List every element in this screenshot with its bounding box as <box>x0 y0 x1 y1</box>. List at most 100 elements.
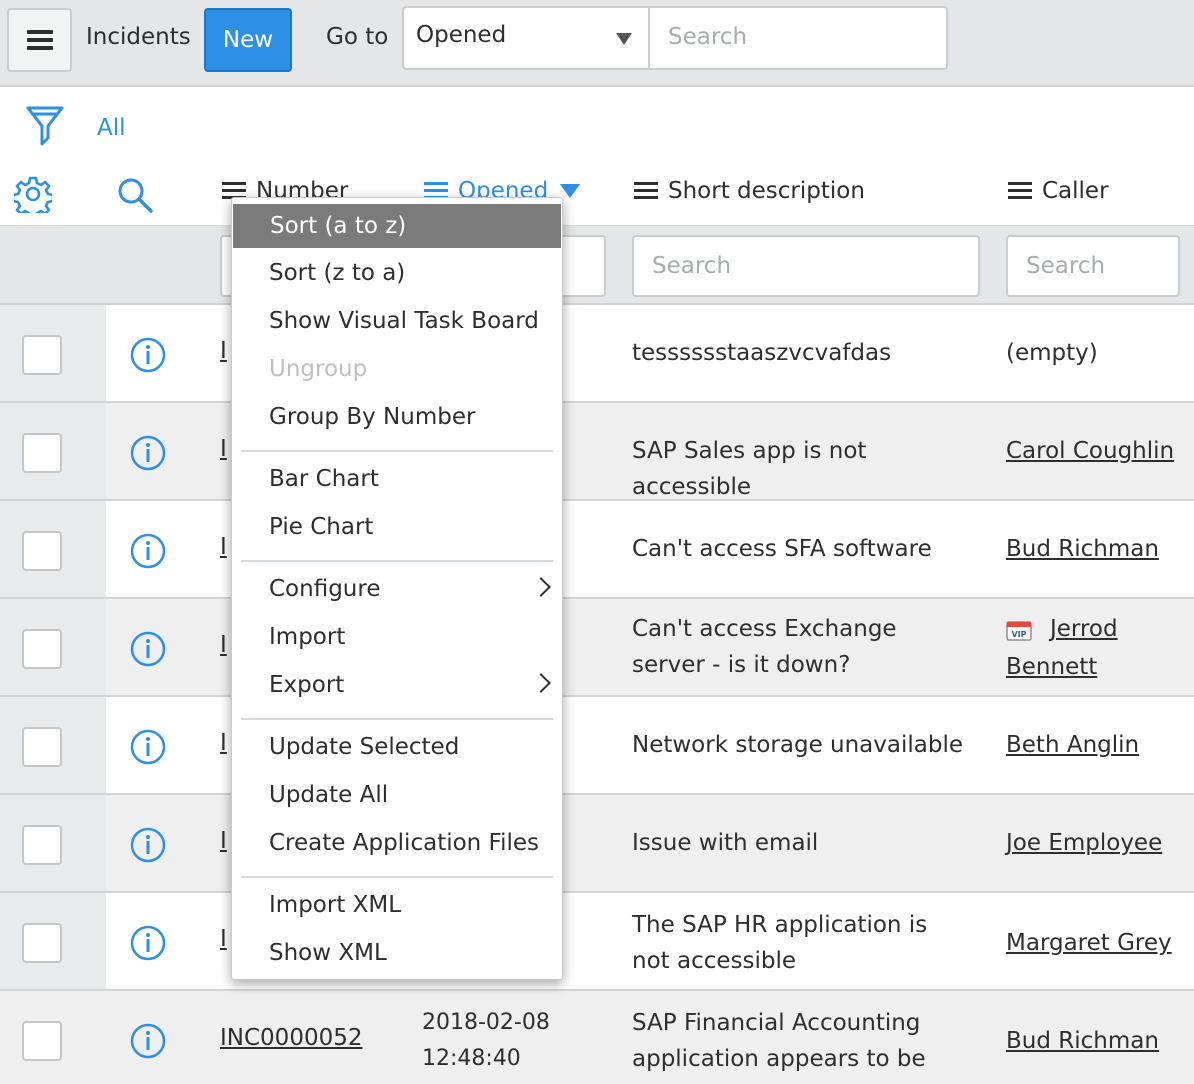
menu-button[interactable] <box>7 8 72 72</box>
table-row: I Issue with email Joe Employee <box>0 795 1194 893</box>
caller-cell: (empty) <box>1006 340 1098 366</box>
caller-link[interactable]: Joe Employee <box>1006 824 1191 862</box>
menu-item-export[interactable]: Export <box>232 663 562 707</box>
row-checkbox[interactable] <box>22 727 62 767</box>
column-menu-icon[interactable] <box>634 182 658 200</box>
row-checkbox[interactable] <box>22 825 62 865</box>
short-description-cell: The SAP HR application is not accessible <box>632 912 928 974</box>
dropdown-arrow-icon <box>616 33 632 45</box>
list-header: Incidents New Go to Opened Search <box>0 0 1194 87</box>
info-icon[interactable] <box>130 729 166 765</box>
menu-item-sort-asc[interactable]: Sort (a to z) <box>233 204 561 248</box>
menu-item-pie-chart[interactable]: Pie Chart <box>232 505 562 549</box>
info-icon[interactable] <box>130 533 166 569</box>
incident-number-link[interactable]: I <box>220 338 227 364</box>
menu-separator <box>241 560 553 562</box>
row-checkbox[interactable] <box>22 433 62 473</box>
menu-item-group-by[interactable]: Group By Number <box>232 395 562 439</box>
caller-link[interactable]: Beth Anglin <box>1006 726 1191 764</box>
column-context-menu: Sort (a to z) Sort (z to a) Show Visual … <box>231 197 563 980</box>
short-description-search-input[interactable]: Search <box>632 235 980 297</box>
short-description-cell: Network storage unavailable <box>632 732 963 758</box>
menu-item-configure-label: Configure <box>269 576 381 602</box>
short-description-cell: SAP Sales app is not accessible <box>632 438 867 500</box>
column-label-short-description: Short description <box>668 178 865 204</box>
menu-item-show-xml[interactable]: Show XML <box>232 931 562 975</box>
caller-link[interactable]: Bud Richman <box>1006 1022 1191 1060</box>
info-icon[interactable] <box>130 925 166 961</box>
info-icon[interactable] <box>130 827 166 863</box>
goto-field-select[interactable]: Opened <box>402 6 650 70</box>
incident-number-link[interactable]: INC0000052 <box>220 1025 362 1051</box>
row-checkbox[interactable] <box>22 1021 62 1061</box>
info-icon[interactable] <box>130 435 166 471</box>
menu-separator <box>241 718 553 720</box>
chevron-right-icon <box>531 673 551 693</box>
caller-link[interactable]: Carol Coughlin <box>1006 432 1191 470</box>
breadcrumb-all[interactable]: All <box>97 115 126 141</box>
column-label-caller: Caller <box>1042 178 1109 204</box>
short-description-cell: Issue with email <box>632 830 819 856</box>
incident-number-link[interactable]: I <box>220 534 227 560</box>
svg-text:VIP: VIP <box>1011 630 1026 639</box>
info-icon[interactable] <box>130 1023 166 1059</box>
row-checkbox[interactable] <box>22 531 62 571</box>
search-icon[interactable] <box>116 176 154 214</box>
column-header-short-description[interactable]: Short description <box>634 178 865 204</box>
table-row: INC0000052 2018-02-08 12:48:40 SAP Finan… <box>0 991 1194 1084</box>
column-search-row: Search Search <box>0 225 1194 305</box>
menu-item-visual-task-board[interactable]: Show Visual Task Board <box>232 299 562 343</box>
incident-number-link[interactable]: I <box>220 436 227 462</box>
caller-link[interactable]: Bud Richman <box>1006 530 1191 568</box>
row-checkbox[interactable] <box>22 923 62 963</box>
caller-cell: VIP Jerrod Bennett <box>1006 610 1191 686</box>
short-description-cell: tesssssstaaszvcvafdas <box>632 340 892 366</box>
menu-item-create-app-files[interactable]: Create Application Files <box>232 821 562 865</box>
opened-date: 2018-02-08 <box>422 1010 550 1035</box>
row-checkbox[interactable] <box>22 335 62 375</box>
page-title: Incidents <box>86 24 191 50</box>
short-description-cell: Can't access SFA software <box>632 536 932 562</box>
menu-item-sort-desc[interactable]: Sort (z to a) <box>232 251 562 295</box>
caller-search-input[interactable]: Search <box>1006 235 1180 297</box>
vip-icon: VIP <box>1006 620 1032 641</box>
column-header-caller[interactable]: Caller <box>1008 178 1109 204</box>
sort-desc-icon <box>560 184 581 198</box>
filter-icon[interactable] <box>26 104 64 148</box>
table-row: I Can't access Exchange server - is it d… <box>0 599 1194 697</box>
incident-number-link[interactable]: I <box>220 730 227 756</box>
table-row: I The SAP HR application is not accessib… <box>0 893 1194 991</box>
row-checkbox[interactable] <box>22 629 62 669</box>
menu-item-configure[interactable]: Configure <box>232 567 562 611</box>
info-icon[interactable] <box>130 631 166 667</box>
menu-item-ungroup: Ungroup <box>269 356 368 382</box>
gear-icon[interactable] <box>14 175 52 213</box>
menu-item-bar-chart[interactable]: Bar Chart <box>232 457 562 501</box>
menu-item-import-xml[interactable]: Import XML <box>232 883 562 927</box>
hamburger-icon <box>26 30 53 50</box>
short-description-cell: Can't access Exchange server - is it dow… <box>632 616 897 678</box>
menu-item-update-selected[interactable]: Update Selected <box>232 725 562 769</box>
incident-number-link[interactable]: I <box>220 632 227 658</box>
table-row: I tesssssstaaszvcvafdas (empty) <box>0 305 1194 403</box>
menu-item-update-all[interactable]: Update All <box>232 773 562 817</box>
menu-item-export-label: Export <box>269 672 345 698</box>
goto-label: Go to <box>326 24 389 50</box>
column-menu-icon[interactable] <box>1008 182 1032 200</box>
incident-number-link[interactable]: I <box>220 926 227 952</box>
opened-time: 12:48:40 <box>422 1046 521 1071</box>
goto-selected-value: Opened <box>416 22 507 48</box>
menu-separator <box>241 876 553 878</box>
incident-number-link[interactable]: I <box>220 828 227 854</box>
chevron-right-icon <box>531 577 551 597</box>
short-description-cell: SAP Financial Accounting application app… <box>632 1010 926 1084</box>
info-icon[interactable] <box>130 337 166 373</box>
caller-link[interactable]: Margaret Grey <box>1006 924 1191 962</box>
menu-item-import[interactable]: Import <box>232 615 562 659</box>
table-row: I Network storage unavailable Beth Angli… <box>0 697 1194 795</box>
new-button[interactable]: New <box>204 8 292 72</box>
menu-separator <box>241 450 553 452</box>
table-row: I SAP Sales app is not accessible Carol … <box>0 403 1194 501</box>
opened-cell: 2018-02-08 12:48:40 <box>422 1005 550 1077</box>
goto-search-input[interactable]: Search <box>648 6 948 70</box>
